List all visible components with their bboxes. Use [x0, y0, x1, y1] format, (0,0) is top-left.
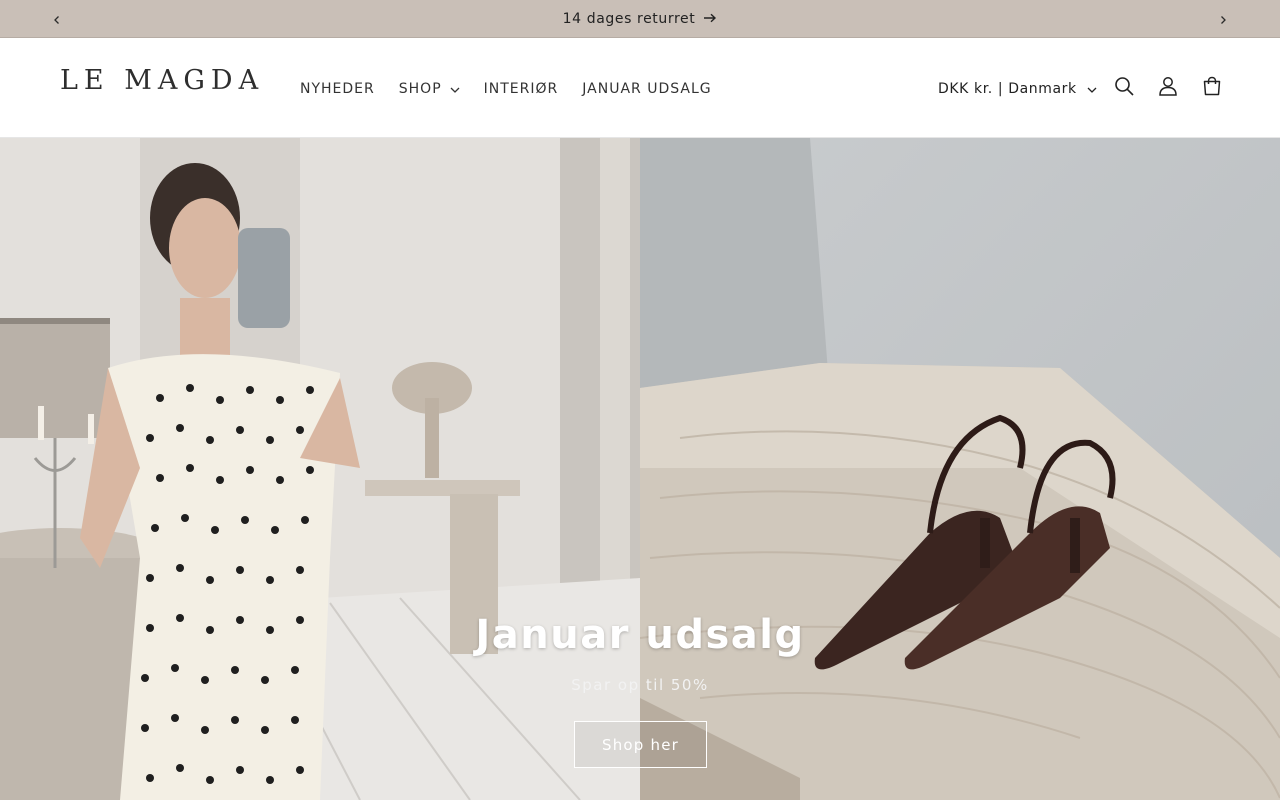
nav-item-interior[interactable]: INTERIØR — [484, 81, 559, 97]
locale-label: DKK kr. | Danmark — [938, 80, 1077, 97]
hero-banner: Januar udsalg Spar op til 50% Shop her — [0, 138, 1280, 800]
announcement-bar: 14 dages returret — [0, 0, 1280, 38]
account-icon — [1158, 76, 1178, 100]
hero-image-left — [0, 138, 640, 800]
chevron-down-icon — [1087, 81, 1097, 97]
chevron-right-icon — [1218, 10, 1228, 29]
cart-button[interactable] — [1192, 68, 1232, 108]
announcement-next-button[interactable] — [1204, 0, 1242, 38]
arrow-right-icon — [703, 11, 717, 27]
nav-item-label: NYHEDER — [300, 80, 375, 97]
search-icon — [1114, 76, 1134, 100]
nav-item-nyheder[interactable]: NYHEDER — [300, 81, 375, 97]
shop-here-button[interactable]: Shop her — [574, 721, 707, 768]
logo[interactable]: LE MAGDA — [60, 65, 264, 96]
chevron-left-icon — [52, 10, 62, 29]
search-button[interactable] — [1104, 68, 1144, 108]
announcement-prev-button[interactable] — [38, 0, 76, 38]
chevron-down-icon — [450, 81, 460, 97]
site-header: LE MAGDA NYHEDER SHOP INTERIØR JANUAR UD… — [0, 39, 1280, 138]
nav-item-label: SHOP — [398, 80, 442, 97]
announcement-text: 14 dages returret — [562, 10, 696, 27]
nav-item-januar-udsalg[interactable]: JANUAR UDSALG — [582, 81, 711, 97]
nav-item-label: JANUAR UDSALG — [582, 80, 712, 97]
nav-item-label: INTERIØR — [483, 80, 559, 97]
account-button[interactable] — [1148, 68, 1188, 108]
main-nav: NYHEDER SHOP INTERIØR JANUAR UDSALG — [300, 39, 712, 138]
cart-icon — [1202, 76, 1222, 100]
hero-image-right — [640, 138, 1280, 800]
announcement-link[interactable]: 14 dages returret — [563, 11, 718, 27]
nav-item-shop[interactable]: SHOP — [399, 81, 460, 97]
locale-selector[interactable]: DKK kr. | Danmark — [938, 39, 1097, 138]
